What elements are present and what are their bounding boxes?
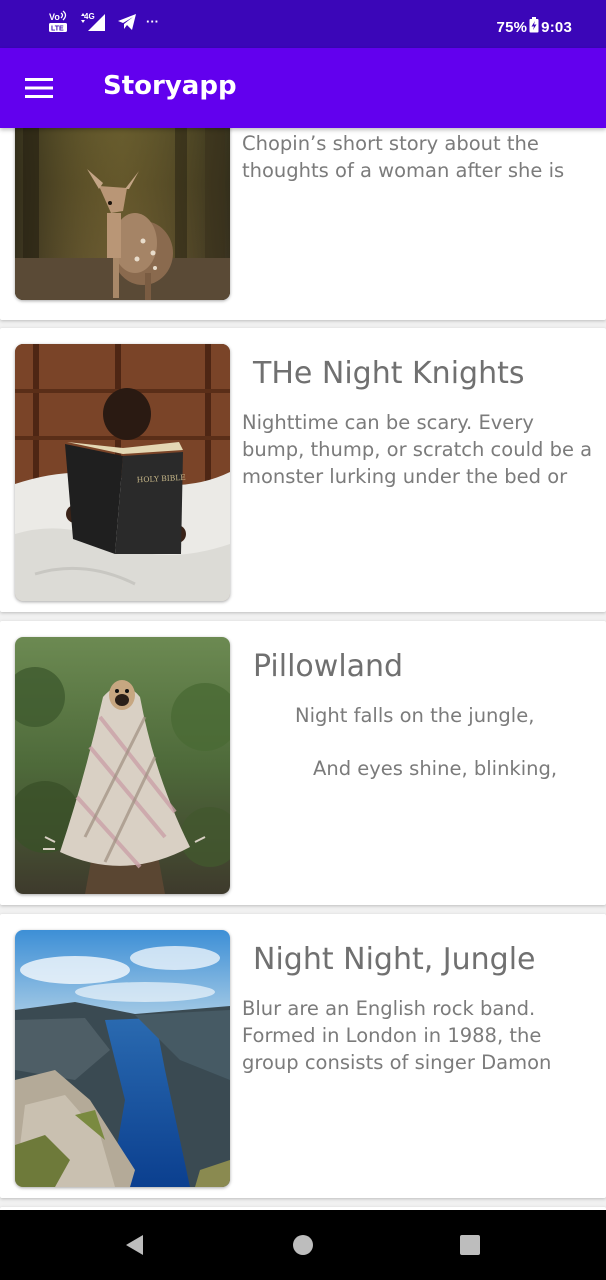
- status-bar: Vo LTE 4G ··· 75% 9:03: [0, 0, 606, 48]
- story-title: Pillowland: [253, 649, 404, 684]
- menu-button[interactable]: [20, 70, 58, 106]
- story-card[interactable]: Pillowland Night falls on the jungle, An…: [0, 621, 606, 905]
- story-line-1: Night falls on the jungle,: [295, 704, 535, 727]
- story-description: The Story of an Hour is Kate Chopin’s sh…: [242, 132, 565, 182]
- battery-charging-icon: [529, 17, 539, 37]
- story-title: THe Night Knights: [253, 356, 525, 391]
- story-description: Nighttime can be scary. Every bump, thum…: [242, 411, 593, 488]
- signal-4g-icon: 4G: [78, 10, 108, 38]
- story-image-pug-blanket: [15, 637, 230, 894]
- story-line-2: And eyes shine, blinking,: [313, 757, 558, 780]
- story-image-fjord: [15, 930, 230, 1187]
- story-list[interactable]: The Story of an Hour is Kate Chopin’s sh…: [0, 128, 606, 1210]
- home-button[interactable]: [287, 1230, 319, 1260]
- more-notifications-indicator: ···: [146, 13, 159, 29]
- home-circle-icon: [293, 1235, 313, 1255]
- story-title: Night Night, Jungle: [253, 942, 536, 977]
- svg-text:4G: 4G: [84, 12, 95, 21]
- app-title: Storyapp: [103, 71, 237, 101]
- svg-text:LTE: LTE: [51, 26, 64, 33]
- story-card[interactable]: HOLY BIBLE THe Night Knights Nighttime c…: [0, 328, 606, 612]
- story-image-reading-child: HOLY BIBLE: [15, 344, 230, 601]
- story-card[interactable]: The Story of an Hour is Kate Chopin’s sh…: [0, 128, 606, 320]
- status-icons: Vo LTE 4G ···: [48, 10, 159, 38]
- recents-button[interactable]: [454, 1230, 486, 1260]
- story-description: Blur are an English rock band. Formed in…: [242, 997, 552, 1074]
- svg-text:Vo: Vo: [49, 12, 60, 22]
- telegram-icon: [116, 11, 138, 37]
- app-bar: Storyapp: [0, 48, 606, 128]
- system-navigation-bar: [0, 1210, 606, 1280]
- story-card[interactable]: Night Night, Jungle Blur are an English …: [0, 914, 606, 1198]
- battery-percent: 75%: [496, 18, 528, 36]
- clock: 9:03: [541, 18, 572, 36]
- status-right: 75% 9:03: [497, 17, 572, 37]
- back-button[interactable]: [118, 1230, 150, 1260]
- back-triangle-icon: [126, 1235, 143, 1255]
- story-image-fawn: [15, 128, 230, 300]
- recents-square-icon: [460, 1235, 480, 1255]
- hamburger-menu-icon: [25, 78, 53, 98]
- volte-icon: Vo LTE: [48, 10, 70, 38]
